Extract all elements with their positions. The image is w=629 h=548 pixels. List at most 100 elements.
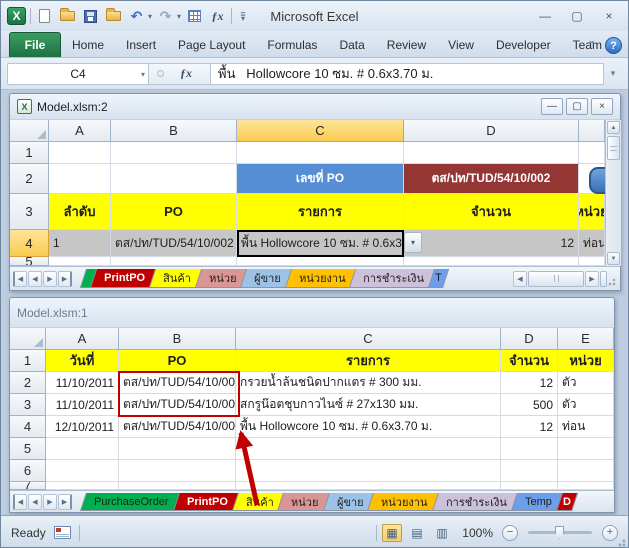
cell[interactable] xyxy=(237,142,404,164)
minimize-button[interactable]: — xyxy=(534,7,556,24)
cell-qty[interactable]: 12 xyxy=(404,230,579,257)
sheet-tab-printpo[interactable]: PrintPO xyxy=(173,493,242,511)
tab-formulas[interactable]: Formulas xyxy=(256,32,328,57)
cell[interactable] xyxy=(236,482,501,490)
column-header-d[interactable]: D xyxy=(501,328,558,350)
tab-file[interactable]: File xyxy=(9,32,61,57)
po-number-cell[interactable]: ตส/ปท/TUD/54/10/002 xyxy=(404,164,579,194)
data-validation-dropdown[interactable]: ▾ xyxy=(404,232,422,253)
column-header-e[interactable]: E xyxy=(558,328,614,350)
zoom-out-button[interactable]: − xyxy=(502,525,518,541)
cell[interactable] xyxy=(236,460,501,482)
cell[interactable] xyxy=(46,482,119,490)
customize-qat-button[interactable]: ≡▾ xyxy=(236,7,250,25)
cell-po[interactable]: ตส/ปท/TUD/54/10/001 xyxy=(119,372,236,394)
tab-page-layout[interactable]: Page Layout xyxy=(167,32,256,57)
scrollbar-thumb[interactable] xyxy=(607,136,620,160)
cell[interactable] xyxy=(49,257,111,266)
row-header[interactable]: 1 xyxy=(10,142,49,164)
child-titlebar[interactable]: X Model.xlsm:2 — ▢ × xyxy=(10,94,620,120)
name-box-dropdown-icon[interactable]: ▾ xyxy=(141,70,145,79)
cell-unit[interactable]: ตัว xyxy=(558,394,614,416)
header-cell-qty[interactable]: จำนวน xyxy=(501,350,558,372)
cell[interactable] xyxy=(501,460,558,482)
redo-dropdown-icon[interactable]: ▾ xyxy=(177,12,181,21)
last-sheet-icon[interactable]: ▶ xyxy=(58,271,72,287)
window-resize-grip[interactable] xyxy=(614,535,627,548)
column-header-c-selected[interactable]: C xyxy=(237,120,404,142)
po-label-cell[interactable]: เลขที่ PO xyxy=(237,164,404,194)
cell[interactable] xyxy=(111,164,237,194)
sheet-tab-purchaseorder[interactable]: PurchaseOrder xyxy=(80,493,182,511)
tab-home[interactable]: Home xyxy=(61,32,115,57)
column-header-a[interactable]: A xyxy=(49,120,111,142)
scroll-down-icon[interactable]: ▼ xyxy=(607,252,620,265)
tab-view[interactable]: View xyxy=(437,32,485,57)
sheet-tab-payment[interactable]: การชำระเงิน xyxy=(432,493,521,511)
prev-sheet-icon[interactable]: ◀ xyxy=(28,494,42,510)
last-sheet-icon[interactable]: ▶ xyxy=(58,494,72,510)
header-cell-item[interactable]: รายการ xyxy=(237,194,404,230)
restore-button[interactable]: ▢ xyxy=(566,7,588,24)
undo-button[interactable]: ↶ xyxy=(127,7,146,26)
next-sheet-icon[interactable]: ▶ xyxy=(43,494,57,510)
cell[interactable] xyxy=(119,482,236,490)
header-cell-unit[interactable]: หน่วย xyxy=(579,194,605,230)
cell[interactable] xyxy=(46,438,119,460)
close-file-button[interactable] xyxy=(104,7,123,26)
tab-developer[interactable]: Developer xyxy=(485,32,562,57)
cell[interactable] xyxy=(46,460,119,482)
tab-insert[interactable]: Insert xyxy=(115,32,167,57)
column-header-b[interactable]: B xyxy=(119,328,236,350)
child-restore-button[interactable]: ▢ xyxy=(566,98,588,115)
row-header[interactable]: 3 xyxy=(10,194,49,230)
header-cell-no[interactable]: ลำดับ xyxy=(49,194,111,230)
select-all-corner[interactable] xyxy=(10,328,46,350)
tab-split-handle[interactable] xyxy=(600,271,607,287)
column-header-a[interactable]: A xyxy=(46,328,119,350)
open-button[interactable] xyxy=(58,7,77,26)
scroll-left-icon[interactable]: ◀ xyxy=(513,271,527,287)
zoom-level[interactable]: 100% xyxy=(457,526,493,540)
zoom-slider-thumb[interactable] xyxy=(555,526,564,539)
h-scrollbar-thumb[interactable] xyxy=(528,271,584,287)
header-cell-unit[interactable]: หน่วย xyxy=(558,350,614,372)
row-header[interactable]: 5 xyxy=(10,257,49,266)
row-header[interactable]: 3 xyxy=(10,394,46,416)
vertical-scrollbar[interactable]: ▲ ▼ xyxy=(605,120,621,266)
cell-date[interactable]: 11/10/2011 xyxy=(46,372,119,394)
cell[interactable] xyxy=(501,438,558,460)
cell-unit[interactable]: ตัว xyxy=(558,372,614,394)
insert-function-button[interactable]: ƒx xyxy=(208,7,227,26)
column-header-b[interactable]: B xyxy=(111,120,237,142)
child-titlebar[interactable]: Model.xlsm:1 xyxy=(10,298,614,328)
cell-po[interactable]: ตส/ปท/TUD/54/10/002 xyxy=(119,416,236,438)
cell[interactable] xyxy=(579,142,605,164)
cell[interactable] xyxy=(111,142,237,164)
cell[interactable] xyxy=(404,142,579,164)
tab-data[interactable]: Data xyxy=(328,32,375,57)
sheet-tab-payment[interactable]: การชำระเงิน xyxy=(349,269,438,288)
row-header[interactable]: 6 xyxy=(10,460,46,482)
row-header[interactable]: 5 xyxy=(10,438,46,460)
header-cell-date[interactable]: วันที่ xyxy=(46,350,119,372)
cell[interactable] xyxy=(119,460,236,482)
resize-grip[interactable] xyxy=(608,271,618,287)
header-cell-po[interactable]: PO xyxy=(119,350,236,372)
cell-item[interactable]: สกรูน๊อตชุบกาวไนซ์ # 27x130 มม. xyxy=(236,394,501,416)
scroll-up-icon[interactable]: ▲ xyxy=(607,121,620,134)
cell-qty[interactable]: 12 xyxy=(501,372,558,394)
macro-pill-button[interactable] xyxy=(589,167,605,194)
view-page-break-icon[interactable]: ▥ xyxy=(432,524,452,542)
cell[interactable] xyxy=(111,257,237,266)
child-minimize-button[interactable]: — xyxy=(541,98,563,115)
row-header[interactable]: 2 xyxy=(10,372,46,394)
cell[interactable] xyxy=(119,438,236,460)
header-cell-item[interactable]: รายการ xyxy=(236,350,501,372)
row-header[interactable]: 2 xyxy=(10,164,49,194)
header-cell-qty[interactable]: จำนวน xyxy=(404,194,579,230)
cell[interactable] xyxy=(501,482,558,490)
select-all-corner[interactable] xyxy=(10,120,49,142)
cell[interactable] xyxy=(236,438,501,460)
cell[interactable] xyxy=(404,257,579,266)
